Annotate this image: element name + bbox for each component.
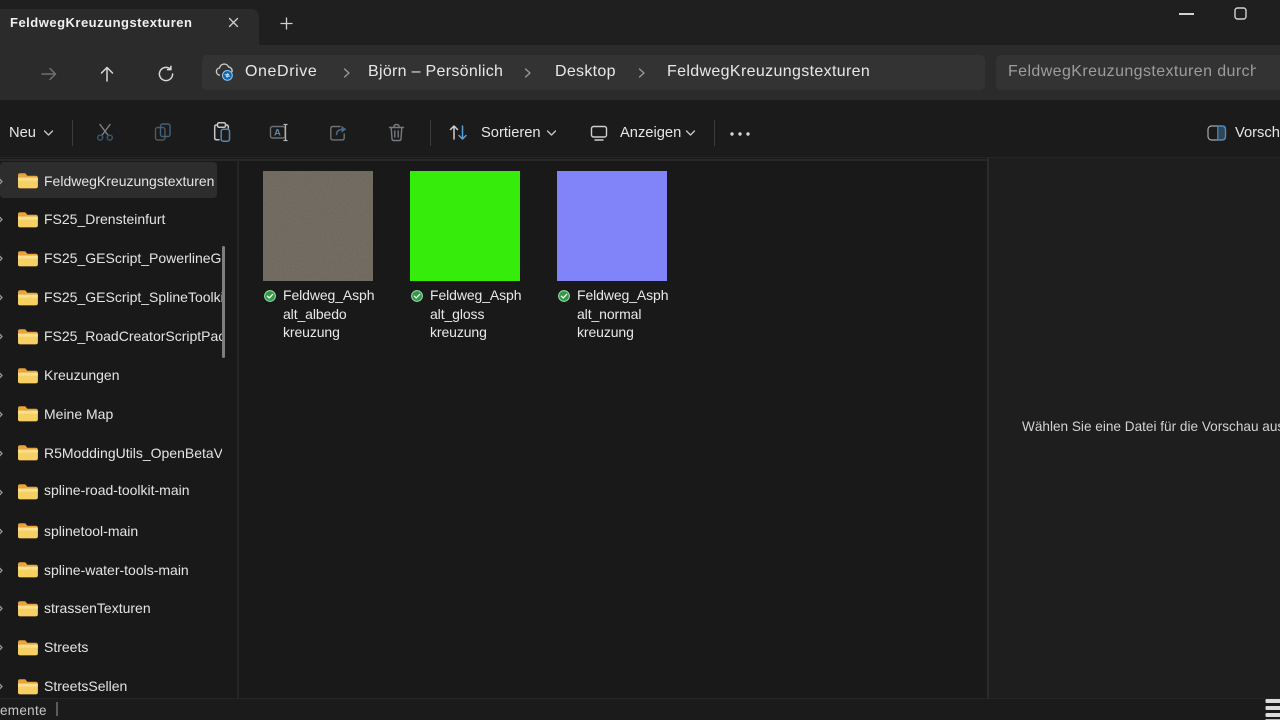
svg-text:A: A bbox=[274, 128, 281, 139]
